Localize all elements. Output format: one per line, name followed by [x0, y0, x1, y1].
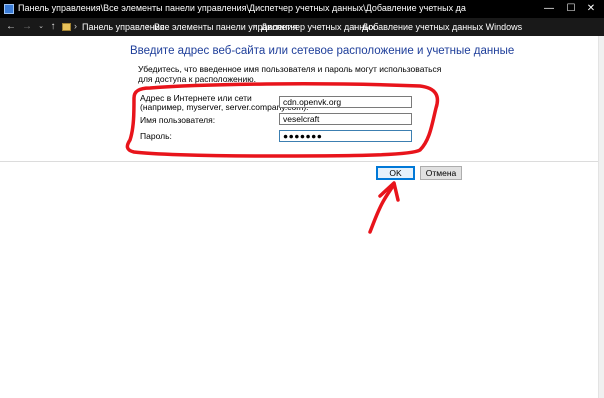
address-input[interactable]: cdn.openvk.org [279, 96, 412, 108]
back-arrow-icon[interactable]: ← [5, 18, 17, 36]
username-input[interactable]: veselcraft [279, 113, 412, 125]
window-edge [598, 36, 604, 398]
recent-locations-chevron-icon[interactable]: ⌄ [35, 18, 47, 36]
breadcrumb-separator: › [146, 21, 149, 31]
ok-button[interactable]: OK [376, 166, 415, 180]
breadcrumb-separator: › [253, 21, 256, 31]
breadcrumb-control-panel[interactable]: Панель управления [82, 22, 165, 32]
address-bar: ← → ⌄ ↑ › Панель управления › Все элемен… [0, 18, 604, 36]
window-title: Панель управления\Все элементы панели уп… [18, 3, 466, 13]
close-button[interactable]: ✕ [578, 0, 604, 18]
username-label: Имя пользователя: [140, 115, 216, 125]
forward-arrow-icon[interactable]: → [21, 18, 33, 36]
breadcrumb-separator: › [353, 21, 356, 31]
folder-icon [62, 23, 71, 31]
breadcrumb-credential-manager[interactable]: Диспетчер учетных данных [261, 22, 375, 32]
cancel-button[interactable]: Отмена [420, 166, 462, 180]
divider [0, 161, 604, 162]
password-input[interactable]: ●●●●●●● [279, 130, 412, 142]
breadcrumb-add-credentials[interactable]: Добавление учетных данных Windows [362, 22, 522, 32]
breadcrumb-separator: › [74, 21, 77, 31]
page-heading: Введите адрес веб-сайта или сетевое расп… [130, 45, 515, 57]
up-arrow-icon[interactable]: ↑ [47, 18, 59, 36]
title-bar: Панель управления\Все элементы панели уп… [0, 0, 604, 18]
password-label: Пароль: [140, 131, 172, 141]
annotation-arrow-head [378, 181, 400, 202]
annotation-arrow-shaft [368, 182, 396, 234]
control-panel-icon [4, 4, 14, 14]
page-description: Убедитесь, что введенное имя пользовател… [138, 64, 442, 84]
annotation-overlay [125, 82, 440, 234]
